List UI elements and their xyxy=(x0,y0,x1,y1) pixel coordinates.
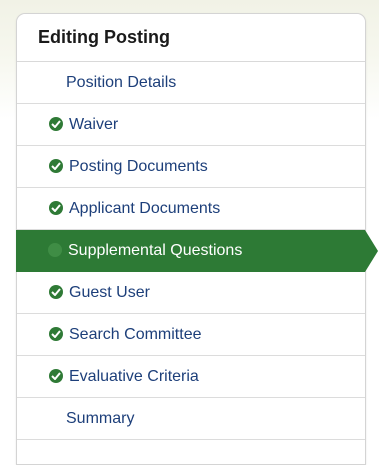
nav-item-evaluative-criteria[interactable]: Evaluative Criteria xyxy=(17,356,365,398)
nav-item-supplemental-questions[interactable]: Supplemental Questions xyxy=(16,230,378,272)
check-circle-icon xyxy=(49,159,63,173)
check-circle-icon xyxy=(49,369,63,383)
nav-item-search-committee[interactable]: Search Committee xyxy=(17,314,365,356)
nav-item-posting-documents[interactable]: Posting Documents xyxy=(17,146,365,188)
check-circle-icon xyxy=(49,285,63,299)
nav-item-label: Applicant Documents xyxy=(69,200,221,217)
nav-item-label: Search Committee xyxy=(69,326,202,343)
nav-item-waiver[interactable]: Waiver xyxy=(17,104,365,146)
check-circle-icon xyxy=(49,117,63,131)
check-circle-icon xyxy=(49,201,63,215)
nav-item-label: Posting Documents xyxy=(69,158,208,175)
nav-item-guest-user[interactable]: Guest User xyxy=(17,272,365,314)
posting-section-nav: Position Details Waiver Posting Document… xyxy=(16,62,378,440)
nav-item-applicant-documents[interactable]: Applicant Documents xyxy=(17,188,365,230)
nav-item-label: Position Details xyxy=(66,74,177,91)
panel-title: Editing Posting xyxy=(17,14,365,62)
nav-item-label: Summary xyxy=(66,410,135,427)
check-circle-icon xyxy=(49,327,63,341)
nav-item-label: Supplemental Questions xyxy=(68,242,243,259)
nav-item-label: Waiver xyxy=(69,116,119,133)
nav-item-label: Evaluative Criteria xyxy=(69,368,199,385)
nav-item-label: Guest User xyxy=(69,284,150,301)
nav-item-position-details[interactable]: Position Details xyxy=(17,62,365,104)
nav-item-summary[interactable]: Summary xyxy=(17,398,365,440)
editing-posting-panel: Editing Posting Position Details Waiver … xyxy=(16,13,378,465)
check-circle-icon xyxy=(48,243,62,257)
